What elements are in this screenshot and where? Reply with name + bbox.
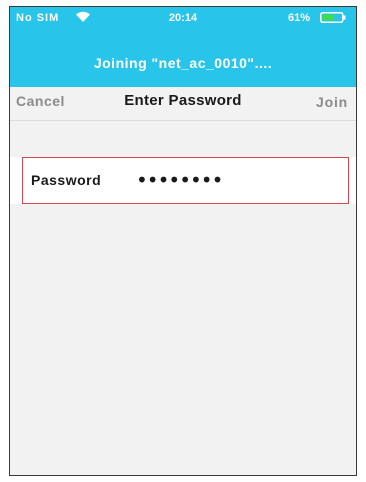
navigation-bar: Cancel Enter Password Join [10,87,356,121]
battery-percent: 61% [287,12,310,24]
nav-title: Enter Password [124,92,242,109]
phone-screen: No SIM 20:14 61% Joining "net_ac_0010"..… [9,6,357,476]
status-bar: No SIM 20:14 61% [10,7,356,29]
join-button[interactable]: Join [316,94,348,110]
password-label: Password [31,172,102,188]
password-field[interactable]: Password •••••••• [22,157,349,204]
password-input[interactable]: •••••••• [136,168,223,192]
battery-icon [320,12,346,23]
page-title: Joining "net_ac_0010".... [93,55,273,71]
header-bar: No SIM 20:14 61% Joining "net_ac_0010"..… [10,7,356,87]
password-row: Password •••••••• [10,157,356,204]
